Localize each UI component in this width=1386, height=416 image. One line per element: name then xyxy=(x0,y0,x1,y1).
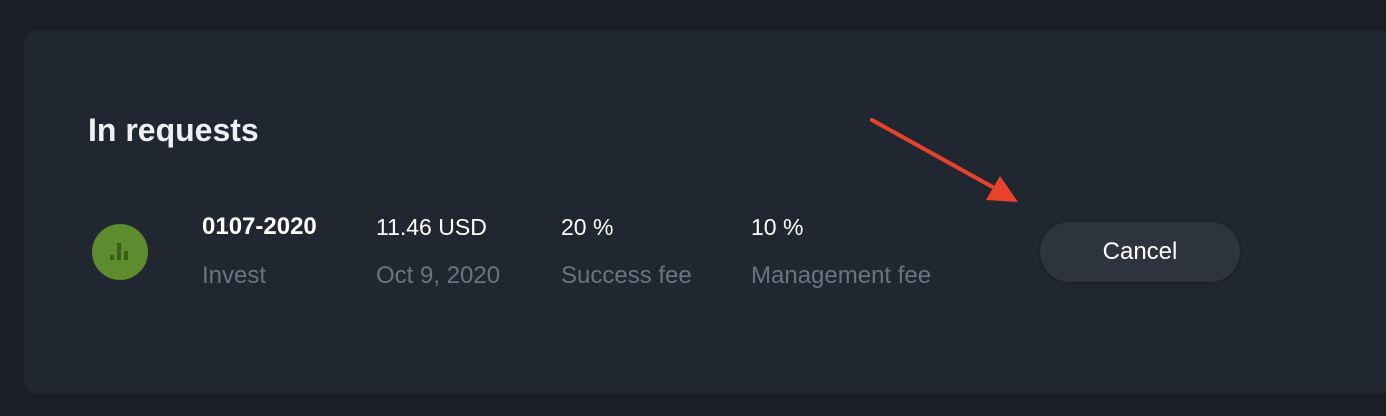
request-name-column: 0107-2020 Invest xyxy=(202,208,317,292)
request-amount: 11.46 USD xyxy=(376,214,487,240)
program-avatar[interactable] xyxy=(92,224,148,280)
cancel-button[interactable]: Cancel xyxy=(1040,222,1240,282)
management-fee-column: 10 % Management fee xyxy=(751,208,931,292)
request-name[interactable]: 0107-2020 xyxy=(202,208,317,246)
management-fee-label: Management fee xyxy=(751,262,932,289)
success-fee-value: 20 % xyxy=(561,214,614,240)
section-title: In requests xyxy=(88,112,259,148)
request-type: Invest xyxy=(202,262,267,289)
request-date: Oct 9, 2020 xyxy=(376,262,501,289)
management-fee-value: 10 % xyxy=(751,214,804,240)
request-amount-column: 11.46 USD Oct 9, 2020 xyxy=(376,208,500,292)
success-fee-label: Success fee xyxy=(561,262,692,289)
success-fee-column: 20 % Success fee xyxy=(561,208,692,292)
bar-chart-icon xyxy=(110,243,128,260)
red-arrow-annotation xyxy=(870,118,1018,202)
